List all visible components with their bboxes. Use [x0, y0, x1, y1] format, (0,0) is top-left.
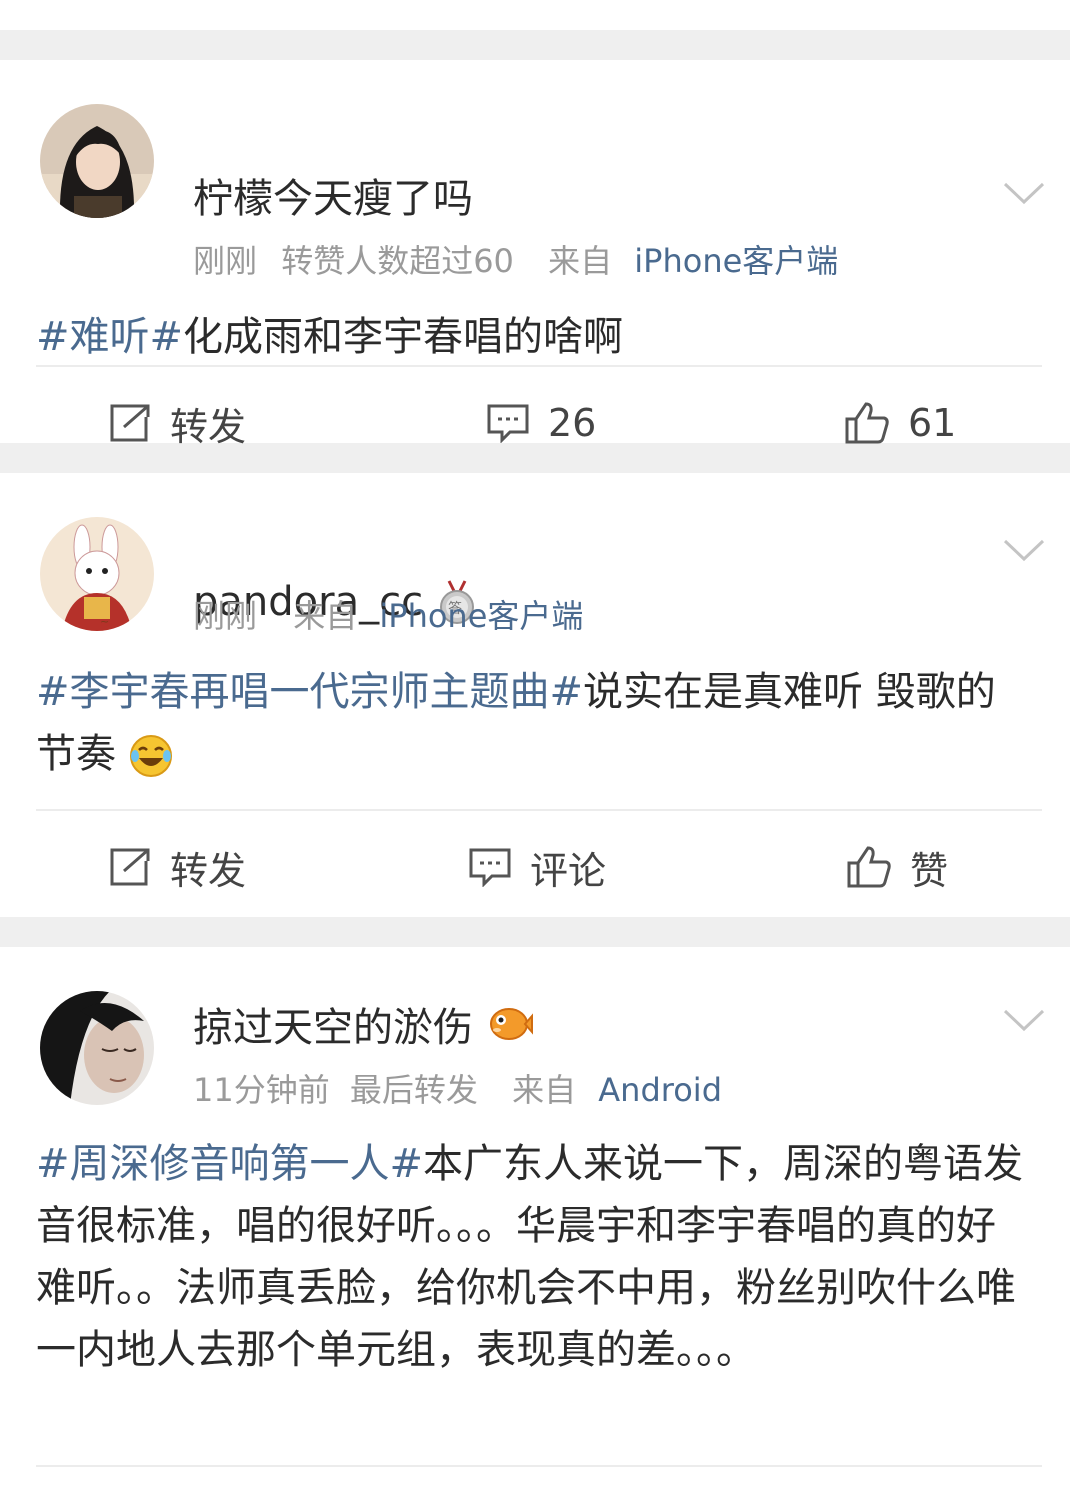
action-bar: 转发 评论 赞 — [0, 812, 1070, 922]
comment-count: 26 — [548, 401, 597, 445]
repost-icon — [110, 404, 150, 442]
username[interactable]: 掠过天空的淤伤 — [193, 995, 533, 1053]
avatar[interactable] — [40, 991, 154, 1105]
divider — [36, 809, 1042, 811]
laugh-cry-emoji — [129, 735, 172, 777]
divider — [36, 365, 1042, 367]
svg-text:~: ~ — [100, 615, 109, 628]
topic-tag[interactable]: #李宇春再唱一代宗师主题曲# — [36, 669, 583, 715]
post-meta: 11分钟前 最后转发 来自 Android — [193, 1065, 722, 1111]
comment-button[interactable]: 评论 — [468, 812, 606, 922]
avatar[interactable] — [40, 104, 154, 218]
post-note: 转赞人数超过60 — [281, 242, 514, 280]
post-source[interactable]: iPhone客户端 — [634, 242, 838, 280]
post-time: 刚刚 — [193, 597, 258, 635]
chevron-down-icon[interactable] — [1002, 535, 1046, 565]
chevron-down-icon[interactable] — [1002, 178, 1046, 208]
repost-icon — [110, 848, 150, 886]
post-source[interactable]: Android — [598, 1071, 722, 1109]
repost-label: 转发 — [170, 848, 247, 893]
post-text: #李宇春再唱一代宗师主题曲#说实在是真难听 毁歌的节奏 — [36, 661, 1034, 785]
topic-tag[interactable]: #难听# — [36, 314, 183, 360]
comment-label: 评论 — [530, 848, 607, 893]
post-card[interactable]: 柠檬今天瘦了吗 刚刚 转赞人数超过60 来自 iPhone客户端 #难听#化成雨… — [0, 60, 1070, 449]
top-bar — [0, 0, 1070, 30]
post-meta: 刚刚 转赞人数超过60 来自 iPhone客户端 — [193, 236, 838, 282]
feed-gap — [0, 30, 1070, 60]
pufferfish-icon — [490, 1008, 533, 1040]
action-bar: 转发 26 61 — [0, 368, 1070, 478]
post-note: 最后转发 — [349, 1071, 478, 1109]
post-source[interactable]: iPhone客户端 — [379, 597, 583, 635]
avatar[interactable]: ~ — [40, 517, 154, 631]
post-meta: 刚刚 来自 iPhone客户端 — [193, 591, 583, 637]
source-prefix: 来自 — [293, 597, 358, 635]
repost-button[interactable]: 转发 — [108, 812, 246, 922]
chevron-down-icon[interactable] — [1002, 1005, 1046, 1035]
like-count: 61 — [908, 401, 957, 445]
divider — [36, 1465, 1042, 1467]
comment-icon — [487, 404, 529, 443]
comment-icon — [469, 848, 511, 887]
post-body-text: 化成雨和李宇春唱的啥啊 — [183, 314, 624, 360]
post-time: 刚刚 — [193, 242, 258, 280]
like-button[interactable]: 61 — [844, 368, 956, 478]
post-text: #难听#化成雨和李宇春唱的啥啊 — [36, 306, 1034, 368]
thumbs-up-icon — [845, 402, 889, 444]
username[interactable]: 柠檬今天瘦了吗 — [193, 166, 473, 224]
repost-button[interactable]: 转发 — [108, 368, 246, 478]
like-button[interactable]: 赞 — [846, 812, 948, 922]
thumbs-up-icon — [847, 846, 891, 888]
source-prefix: 来自 — [512, 1071, 577, 1109]
like-label: 赞 — [910, 848, 949, 893]
post-text: #周深修音响第一人#本广东人来说一下，周深的粤语发音很标准，唱的很好听。。。华晨… — [36, 1133, 1030, 1381]
source-prefix: 来自 — [548, 242, 613, 280]
username-text[interactable]: 掠过天空的淤伤 — [193, 995, 473, 1053]
post-card[interactable]: ~ pandora_cc 答 刚刚 来自 iPhone客户端 #李宇春再唱一代宗… — [0, 473, 1070, 917]
repost-label: 转发 — [170, 404, 247, 449]
comment-button[interactable]: 26 — [486, 368, 596, 478]
post-card[interactable]: 掠过天空的淤伤 11分钟前 最后转发 来自 Android #周深修音响第一人#… — [0, 947, 1070, 1507]
post-time: 11分钟前 — [193, 1071, 330, 1109]
topic-tag[interactable]: #周深修音响第一人# — [36, 1141, 423, 1187]
